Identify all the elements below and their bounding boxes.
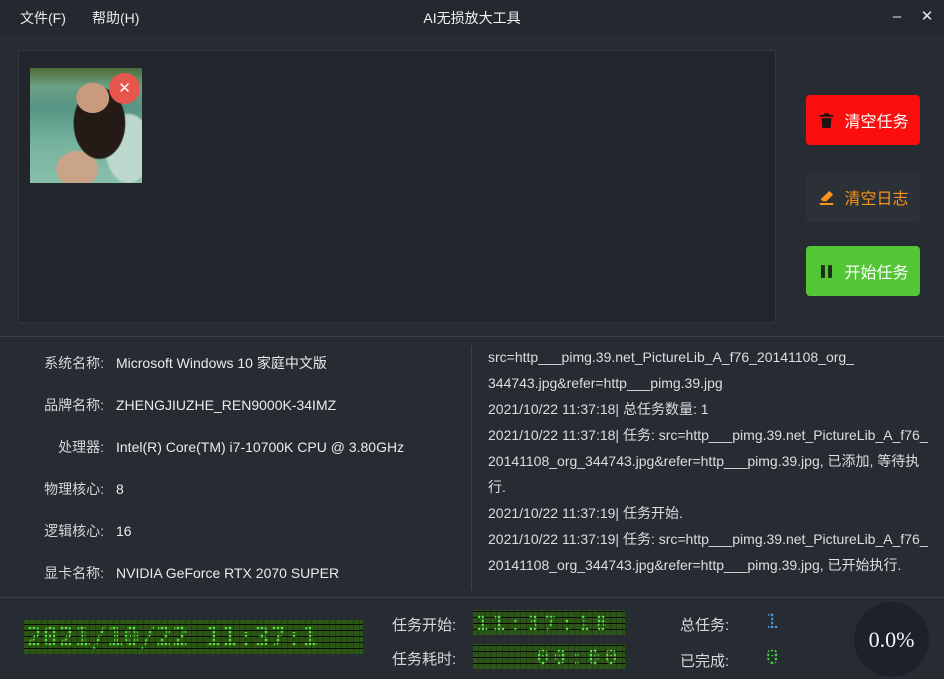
clear-logs-label: 清空日志: [844, 185, 908, 209]
start-tasks-label: 开始任务: [844, 259, 908, 283]
clear-logs-button[interactable]: 清空日志: [806, 172, 920, 222]
task-elapsed-label: 任务耗时:: [392, 648, 456, 669]
sysinfo-row-cpu: 处理器: Intel(R) Core(TM) i7-10700K CPU @ 3…: [16, 426, 456, 468]
total-tasks-count: 1: [766, 609, 779, 633]
log-line: 2021/10/22 11:37:19| 任务开始.: [488, 500, 940, 526]
datetime-led-text: 2021/10/22 11:37:1: [24, 622, 319, 653]
completed-tasks-label: 已完成:: [680, 650, 729, 671]
sysinfo-value: Intel(R) Core(TM) i7-10700K CPU @ 3.80GH…: [116, 439, 404, 455]
log-line: src=http___pimg.39.net_PictureLib_A_f76_…: [488, 344, 940, 370]
close-button[interactable]: ✕: [910, 0, 944, 36]
task-thumbnail-image[interactable]: ✕: [30, 68, 142, 183]
log-line: 344743.jpg&refer=http___pimg.39.jpg: [488, 370, 940, 396]
task-elapsed-time: 00:00: [473, 645, 625, 669]
completed-tasks-count: 0: [766, 645, 779, 669]
clear-tasks-label: 清空任务: [844, 108, 908, 132]
pause-icon: [817, 262, 836, 281]
task-start-led-display: 11:37:18: [473, 610, 625, 635]
minimize-button[interactable]: –: [880, 0, 914, 36]
log-line: 行.: [488, 474, 940, 500]
sysinfo-value: NVIDIA GeForce RTX 2070 SUPER: [116, 565, 339, 581]
sysinfo-row-gpu: 显卡名称: NVIDIA GeForce RTX 2070 SUPER: [16, 552, 456, 594]
sysinfo-row-os: 系统名称: Microsoft Windows 10 家庭中文版: [16, 342, 456, 384]
progress-indicator: 0.0%: [854, 602, 929, 677]
horizontal-divider-bottom: [0, 597, 944, 598]
sysinfo-row-physical-cores: 物理核心: 8: [16, 468, 456, 510]
sysinfo-value: ZHENGJIUZHE_REN9000K-34IMZ: [116, 397, 336, 413]
start-tasks-button[interactable]: 开始任务: [806, 246, 920, 296]
log-line: 2021/10/22 11:37:19| 任务: src=http___pimg…: [488, 526, 940, 552]
sysinfo-value: 16: [116, 523, 132, 539]
sysinfo-value: 8: [116, 481, 124, 497]
task-start-label: 任务开始:: [392, 614, 456, 635]
task-start-time: 11:37:18: [473, 611, 625, 635]
log-line: 20141108_org_344743.jpg&refer=http___pim…: [488, 448, 940, 474]
horizontal-divider-top: [0, 336, 944, 337]
trash-icon: [817, 111, 836, 130]
vertical-divider: [471, 346, 472, 590]
progress-percentage: 0.0%: [869, 627, 915, 653]
total-tasks-label: 总任务:: [680, 614, 729, 635]
task-queue-panel[interactable]: ✕: [18, 50, 776, 323]
remove-task-icon[interactable]: ✕: [109, 73, 140, 104]
log-panel[interactable]: src=http___pimg.39.net_PictureLib_A_f76_…: [488, 344, 940, 592]
sysinfo-label: 处理器:: [16, 437, 104, 457]
log-line: 2021/10/22 11:37:18| 任务: src=http___pimg…: [488, 422, 940, 448]
sysinfo-label: 物理核心:: [16, 479, 104, 499]
sysinfo-label: 品牌名称:: [16, 395, 104, 415]
menu-file[interactable]: 文件(F): [12, 0, 74, 36]
system-info-panel: 系统名称: Microsoft Windows 10 家庭中文版 品牌名称: Z…: [16, 342, 456, 594]
sysinfo-label: 显卡名称:: [16, 563, 104, 583]
task-elapsed-led-display: 00:00: [473, 644, 625, 669]
sysinfo-value: Microsoft Windows 10 家庭中文版: [116, 353, 327, 373]
sysinfo-row-brand: 品牌名称: ZHENGJIUZHE_REN9000K-34IMZ: [16, 384, 456, 426]
clear-tasks-button[interactable]: 清空任务: [806, 95, 920, 145]
datetime-led-display: 2021/10/22 11:37:1: [24, 620, 363, 654]
log-line: 2021/10/22 11:37:18| 总任务数量: 1: [488, 396, 940, 422]
app-window: 文件(F) 帮助(H) AI无损放大工具 – ✕ ✕ 清空任务 清空日志 开始任…: [0, 0, 944, 679]
eraser-icon: [817, 188, 836, 207]
menu-help[interactable]: 帮助(H): [84, 0, 147, 36]
sysinfo-row-logical-cores: 逻辑核心: 16: [16, 510, 456, 552]
sysinfo-label: 系统名称:: [16, 353, 104, 373]
log-line: 20141108_org_344743.jpg&refer=http___pim…: [488, 552, 940, 578]
title-bar: 文件(F) 帮助(H) AI无损放大工具 – ✕: [0, 0, 944, 36]
sysinfo-label: 逻辑核心:: [16, 521, 104, 541]
